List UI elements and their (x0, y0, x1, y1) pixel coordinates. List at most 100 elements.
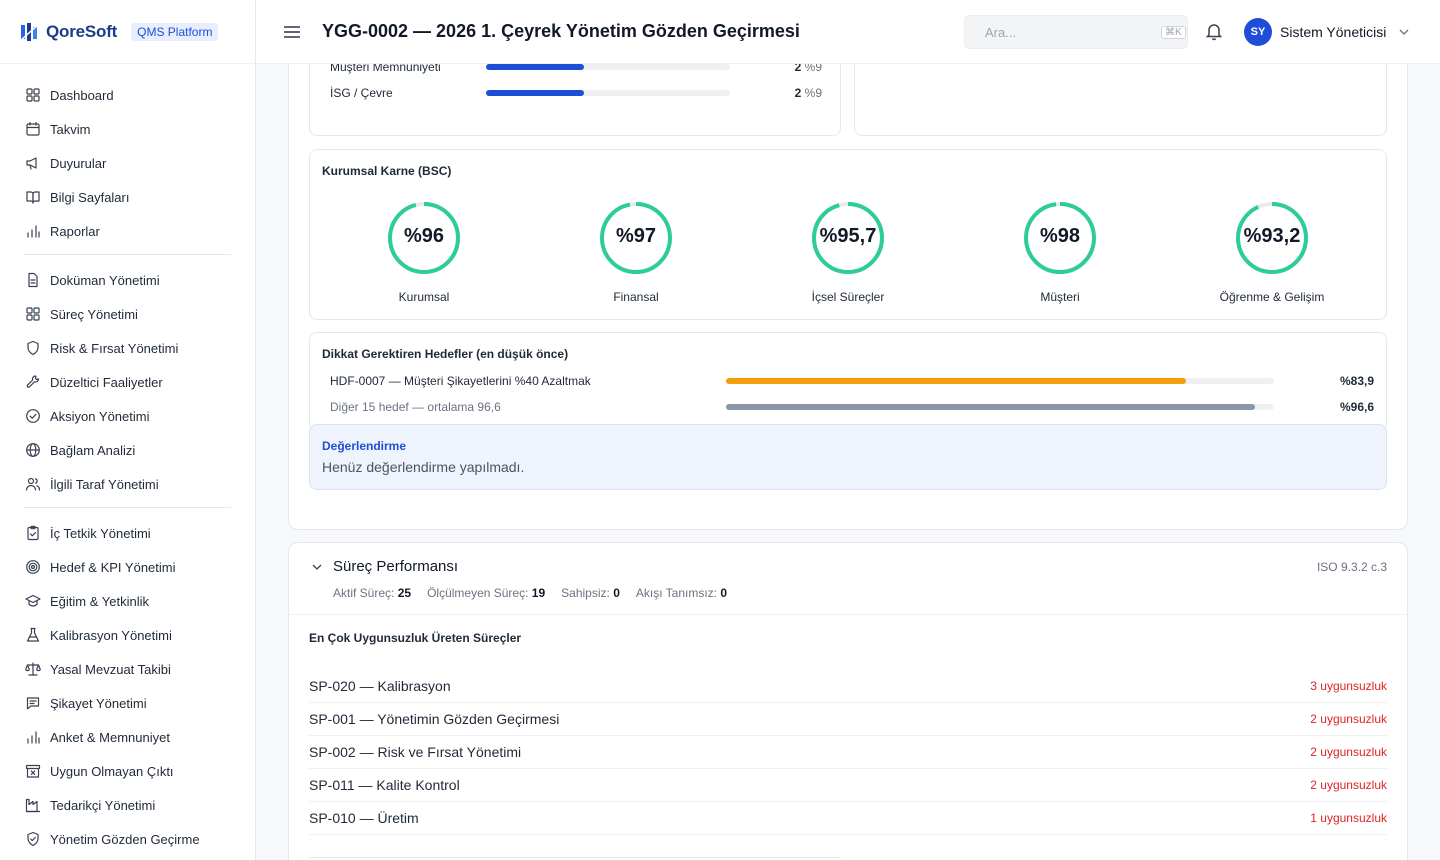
nonconformity-count: 2 uygunsuzluk (1310, 745, 1387, 759)
nav-divider (24, 507, 231, 508)
shield-check-icon (24, 830, 42, 848)
bar-chart-icon (24, 222, 42, 240)
calendar-icon (24, 120, 42, 138)
search-box[interactable]: ⌘K (964, 15, 1188, 49)
sidebar-item-duyurular[interactable]: Duyurular (24, 146, 231, 180)
sidebar-item-label: Doküman Yönetimi (50, 272, 160, 288)
menu-icon[interactable] (282, 22, 302, 42)
goal-bar (726, 404, 1274, 410)
bell-icon[interactable] (1204, 21, 1224, 41)
topic-row: Müşteri Memnuniyeti 2 %9 (330, 64, 822, 77)
scale-icon (24, 660, 42, 678)
gauge-label: Müşteri (1040, 290, 1080, 304)
topic-value: 2 %9 (794, 86, 822, 100)
users-icon (24, 475, 42, 493)
sidebar-item-hedef-kpi-y-netimi[interactable]: Hedef & KPI Yönetimi (24, 550, 231, 584)
globe-icon (24, 441, 42, 459)
sidebar-item-aksiyon-y-netimi[interactable]: Aksiyon Yönetimi (24, 399, 231, 433)
sidebar-item-uygun-olmayan-kt[interactable]: Uygun Olmayan Çıktı (24, 754, 231, 788)
sidebar-item-s-re-y-netimi[interactable]: Süreç Yönetimi (24, 297, 231, 331)
goal-value: %96,6 (1339, 400, 1374, 414)
iso-reference: ISO 9.3.2 c.3 (1316, 560, 1387, 574)
sidebar-item-label: Yasal Mevzuat Takibi (50, 661, 171, 677)
flask-icon (24, 626, 42, 644)
sidebar-item-label: Risk & Fırsat Yönetimi (50, 340, 179, 356)
process-stat: Aktif Süreç: 25 (333, 586, 412, 600)
sidebar-item-label: Şikayet Yönetimi (50, 695, 147, 711)
bsc-card: Kurumsal Karne (BSC) %96 Kurumsal %97 Finan… (309, 149, 1387, 320)
sidebar-item-label: Süreç Yönetimi (50, 306, 138, 322)
wrench-icon (24, 373, 42, 391)
process-row[interactable]: SP-020 — Kalibrasyon 3 uygunsuzluk (309, 670, 1387, 703)
sidebar-item-y-netim-g-zden-ge-irme[interactable]: Yönetim Gözden Geçirme (24, 822, 231, 856)
document-icon (24, 271, 42, 289)
topic-value: 2 %9 (794, 64, 822, 74)
chevron-down-icon (1399, 29, 1409, 35)
sidebar-item-raporlar[interactable]: Raporlar (24, 214, 231, 248)
process-row[interactable]: SP-011 — Kalite Kontrol 2 uygunsuzluk (309, 769, 1387, 802)
gauge-value: %96 (403, 225, 445, 247)
gauge-label: Öğrenme & Gelişim (1219, 290, 1325, 304)
sidebar-item-ikayet-y-netimi[interactable]: Şikayet Yönetimi (24, 686, 231, 720)
shield-icon (24, 339, 42, 357)
logo-mark-icon (20, 21, 40, 42)
goal-bar-fill (726, 404, 1256, 410)
sidebar-item-anket-memnuniyet[interactable]: Anket & Memnuniyet (24, 720, 231, 754)
sidebar-item-label: Bağlam Analizi (50, 442, 136, 458)
sidebar-item-takvim[interactable]: Takvim (24, 112, 231, 146)
process-stat: Sahipsiz: 0 (561, 586, 620, 600)
sidebar-item-label: Aksiyon Yönetimi (50, 408, 150, 424)
sidebar-item-risk-f-rsat-y-netimi[interactable]: Risk & Fırsat Yönetimi (24, 331, 231, 365)
topic-bar (486, 90, 730, 96)
chevron-down-icon[interactable] (311, 561, 323, 573)
sidebar-item-yasal-mevzuat-takibi[interactable]: Yasal Mevzuat Takibi (24, 652, 231, 686)
process-row[interactable]: SP-002 — Risk ve Fırsat Yönetimi 2 uyguns… (309, 736, 1387, 769)
sidebar-item-label: Duyurular (50, 155, 107, 171)
sidebar-item-i-lgili-taraf-y-netimi[interactable]: İlgili Taraf Yönetimi (24, 467, 231, 501)
nav-divider (24, 254, 231, 255)
process-header[interactable]: Süreç Performansı ISO 9.3.2 c.3 Aktif Sü… (289, 543, 1407, 615)
page-title: YGG-0002 — 2026 1. Çeyrek Yönetim Gözden… (322, 21, 800, 41)
evaluation-card: Değerlendirme Henüz değerlendirme yapılm… (309, 424, 1387, 490)
review-inputs-card: Müşteri Memnuniyeti 2 %9 İSG / Çevre 2 %9 K… (288, 64, 1408, 530)
sidebar-item-dok-man-y-netimi[interactable]: Doküman Yönetimi (24, 263, 231, 297)
sidebar-item-e-itim-yetkinlik[interactable]: Eğitim & Yetkinlik (24, 584, 231, 618)
process-row[interactable]: SP-001 — Yönetimin Gözden Geçirmesi 2 uyg… (309, 703, 1387, 736)
goal-row[interactable]: HDF-0007 — Müşteri Şikayetlerini %40 Aza… (330, 371, 1374, 391)
gauge-value: %95,7 (819, 225, 877, 247)
search-input[interactable] (985, 24, 1161, 40)
user-menu[interactable]: SY Sistem Yöneticisi (1244, 18, 1410, 46)
brand-logo[interactable]: QoreSoft (20, 22, 117, 42)
goal-row[interactable]: Diğer 15 hedef — ortalama 96,6 %96,6 (330, 397, 1374, 417)
sidebar-item-ba-lam-analizi[interactable]: Bağlam Analizi (24, 433, 231, 467)
sidebar-item-dashboard[interactable]: Dashboard (24, 78, 231, 112)
goal-bar-fill (726, 378, 1186, 384)
nonconformity-count: 2 uygunsuzluk (1310, 778, 1387, 792)
gauge-label: Kurumsal (398, 290, 450, 304)
sidebar-item-label: İç Tetkik Yönetimi (50, 525, 151, 541)
topic-row: İSG / Çevre 2 %9 (330, 83, 822, 103)
sidebar-item-i-tetkik-y-netimi[interactable]: İç Tetkik Yönetimi (24, 516, 231, 550)
graduation-cap-icon (24, 592, 42, 610)
empty-card (854, 64, 1387, 136)
sidebar-item-d-zeltici-faaliyetler[interactable]: Düzeltici Faaliyetler (24, 365, 231, 399)
sidebar-item-kalibrasyon-y-netimi[interactable]: Kalibrasyon Yönetimi (24, 618, 231, 652)
process-name: SP-011 — Kalite Kontrol (309, 777, 460, 793)
nonconformity-count: 2 uygunsuzluk (1310, 712, 1387, 726)
bsc-gauge: %95,7 İçsel Süreçler (742, 200, 954, 304)
process-row[interactable]: SP-010 — Üretim 1 uygunsuzluk (309, 802, 1387, 835)
sidebar-item-tedarik-i-y-netimi[interactable]: Tedarikçi Yönetimi (24, 788, 231, 822)
sidebar-item-label: Kalibrasyon Yönetimi (50, 627, 172, 643)
bsc-gauge: %98 Müşteri (954, 200, 1166, 304)
process-name: SP-010 — Üretim (309, 810, 419, 826)
topic-bar-fill (486, 90, 584, 96)
platform-badge: QMS Platform (131, 22, 219, 41)
book-icon (24, 188, 42, 206)
sidebar-item-bilgi-sayfalar[interactable]: Bilgi Sayfaları (24, 180, 231, 214)
topic-label: Müşteri Memnuniyeti (330, 64, 441, 74)
main-content: Müşteri Memnuniyeti 2 %9 İSG / Çevre 2 %9 K… (256, 64, 1440, 860)
check-circle-icon (24, 407, 42, 425)
goal-value: %83,9 (1339, 374, 1374, 388)
message-icon (24, 694, 42, 712)
sidebar-item-label: Dashboard (50, 87, 114, 103)
